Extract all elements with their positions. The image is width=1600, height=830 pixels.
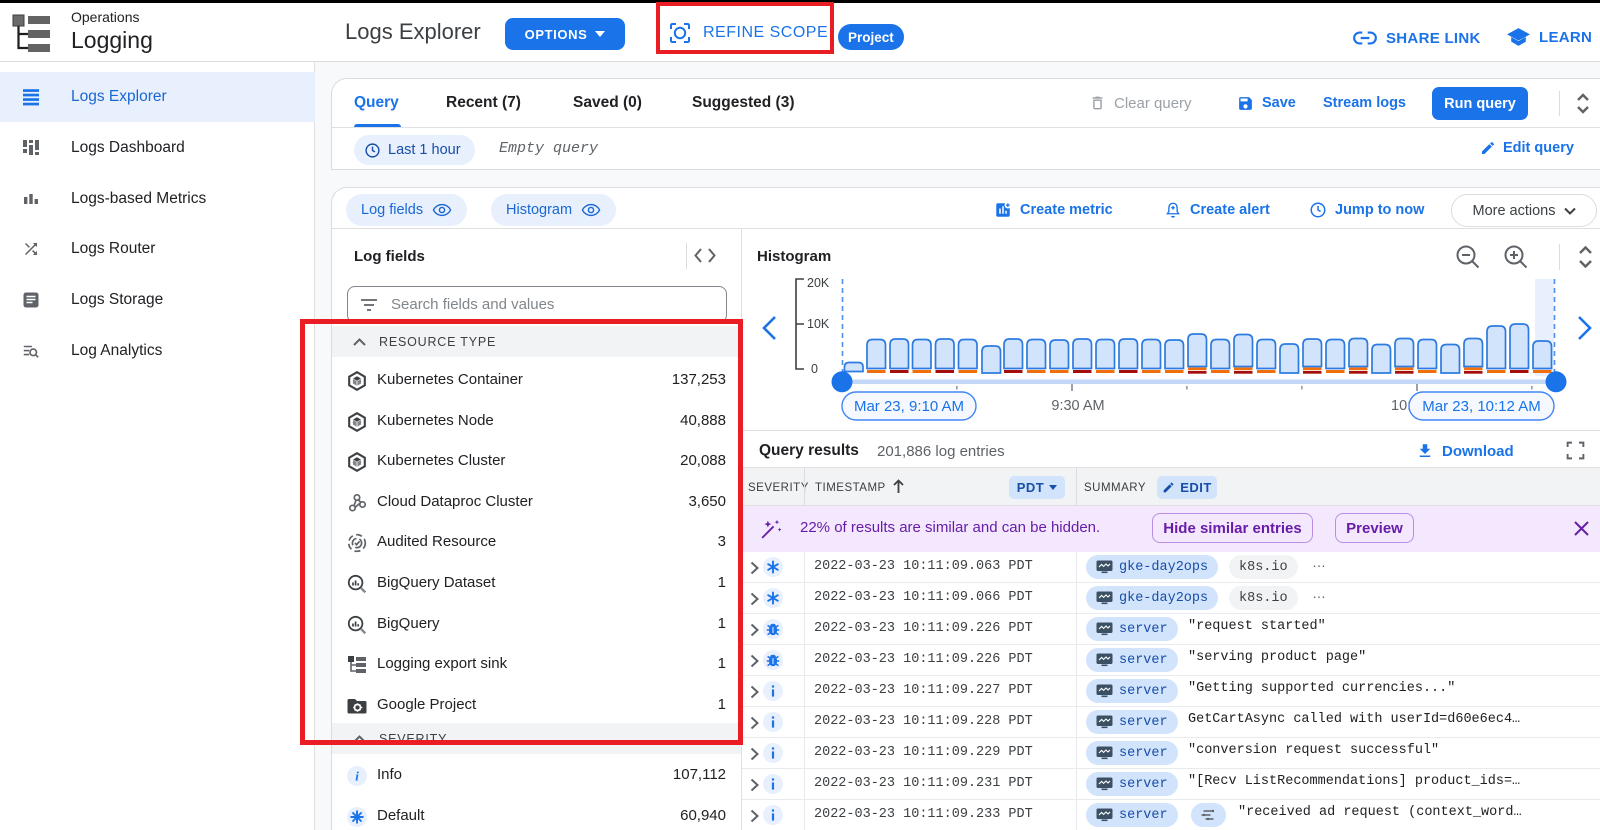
svg-text:i: i bbox=[355, 769, 359, 784]
svg-text:10K: 10K bbox=[807, 317, 830, 331]
svg-text:0: 0 bbox=[811, 362, 818, 376]
svg-text:20K: 20K bbox=[807, 276, 830, 290]
svg-text:Mar 23, 10:12 AM: Mar 23, 10:12 AM bbox=[1422, 398, 1540, 415]
svg-text:Mar 23, 9:10 AM: Mar 23, 9:10 AM bbox=[854, 398, 964, 415]
svg-text:9:30 AM: 9:30 AM bbox=[1051, 398, 1104, 414]
